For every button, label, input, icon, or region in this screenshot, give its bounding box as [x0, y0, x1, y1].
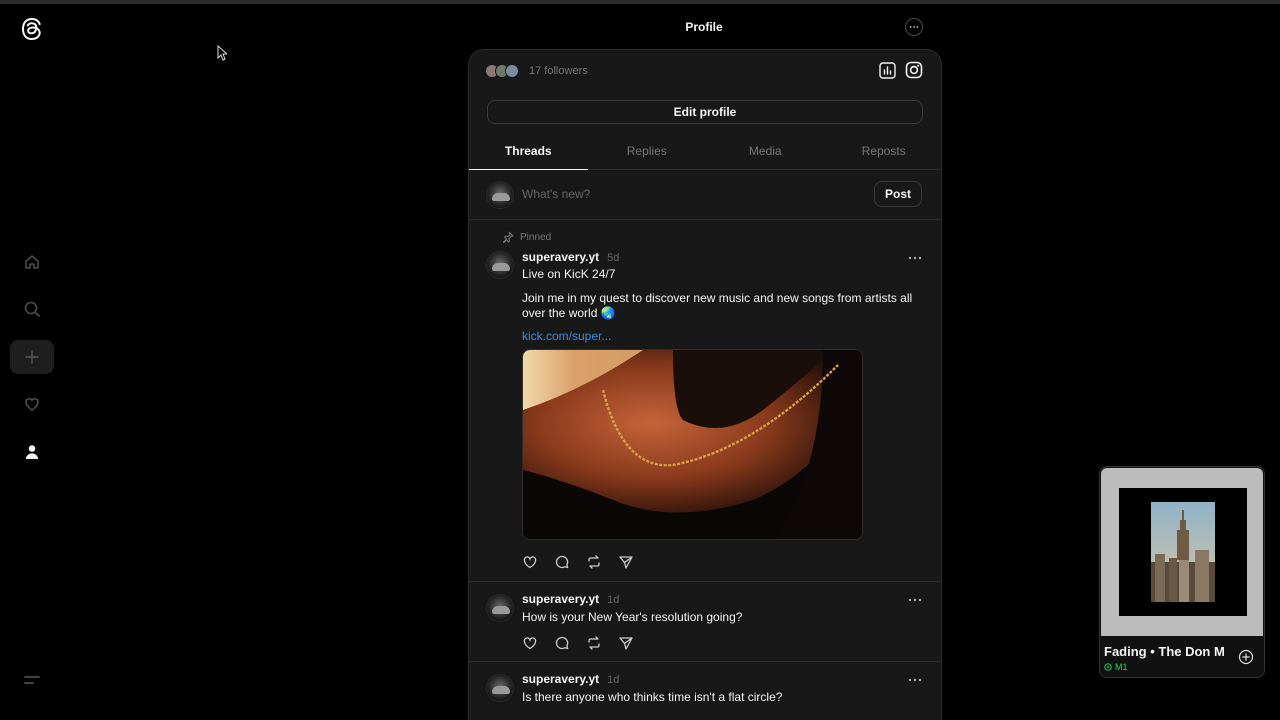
post-body: Join me in my quest to discover new musi…	[522, 291, 913, 320]
album-art-frame	[1101, 468, 1263, 636]
like-icon[interactable]	[522, 635, 538, 651]
avatar[interactable]	[486, 181, 514, 209]
avatar[interactable]	[486, 594, 514, 622]
page-title: Profile	[685, 20, 723, 34]
plus-icon	[25, 350, 39, 364]
post-link[interactable]: kick.com/super...	[522, 329, 611, 343]
menu-icon[interactable]	[22, 672, 42, 688]
thread-post: superavery.yt 1d How is your New Year's …	[469, 582, 941, 662]
nav-activity-button[interactable]	[10, 387, 54, 421]
avatar[interactable]	[486, 251, 514, 279]
home-icon	[25, 255, 39, 269]
like-icon[interactable]	[522, 554, 538, 570]
thread-post: superavery.yt 1d Is there anyone who thi…	[469, 662, 941, 720]
post-actions	[522, 635, 634, 651]
mouse-cursor-icon	[217, 44, 229, 61]
person-icon	[25, 445, 39, 459]
more-icon[interactable]	[907, 595, 923, 605]
more-icon[interactable]	[907, 675, 923, 685]
post-time[interactable]: 1d	[607, 594, 619, 606]
more-icon[interactable]	[907, 253, 923, 263]
followers-count[interactable]: 17 followers	[529, 65, 588, 77]
post-header: superavery.yt 5d	[522, 250, 619, 264]
add-circle-icon[interactable]	[1238, 649, 1254, 665]
pin-icon	[503, 231, 514, 243]
nav-create-button[interactable]	[10, 340, 54, 374]
left-nav-rail	[0, 0, 64, 720]
post-time[interactable]: 5d	[607, 252, 619, 264]
post-header: superavery.yt 1d	[522, 592, 619, 606]
playing-device[interactable]: M1	[1104, 662, 1128, 672]
device-name: M1	[1115, 662, 1128, 672]
post-username[interactable]: superavery.yt	[522, 592, 599, 606]
post-title: Live on KicK 24/7	[522, 267, 616, 281]
profile-tabs: Threads Replies Media Reposts	[469, 138, 942, 170]
album-art	[1119, 488, 1247, 616]
repost-icon[interactable]	[586, 554, 602, 570]
edit-profile-button[interactable]: Edit profile	[487, 100, 923, 124]
track-title[interactable]: Fading • The Don Mas	[1104, 644, 1224, 659]
followers-link[interactable]: 17 followers	[485, 62, 588, 80]
new-thread-composer: What's new? Post	[469, 170, 941, 220]
comment-icon[interactable]	[554, 635, 570, 651]
repost-icon[interactable]	[586, 635, 602, 651]
tab-media[interactable]: Media	[706, 138, 825, 169]
profile-panel: 17 followers Edit profile Threads Replie…	[468, 49, 942, 720]
tab-replies[interactable]: Replies	[588, 138, 707, 169]
avatar[interactable]	[486, 674, 514, 702]
more-options-button[interactable]	[905, 18, 923, 36]
share-icon[interactable]	[618, 554, 634, 570]
pinned-indicator: Pinned	[502, 231, 551, 243]
nav-profile-button[interactable]	[10, 435, 54, 469]
search-icon	[24, 301, 40, 317]
more-icon	[909, 26, 919, 28]
whats-new-input[interactable]: What's new?	[522, 187, 590, 201]
post-body: How is your New Year's resolution going?	[522, 610, 743, 624]
thread-post: Pinned superavery.yt 5d Live on KicK 24/…	[469, 221, 941, 582]
share-icon[interactable]	[618, 635, 634, 651]
nav-home-button[interactable]	[10, 245, 54, 279]
device-icon	[1104, 663, 1112, 671]
mini-player[interactable]: Fading • The Don Mas M1	[1099, 466, 1265, 678]
post-button[interactable]: Post	[874, 181, 922, 207]
insights-icon[interactable]	[879, 62, 896, 79]
nav-search-button[interactable]	[10, 292, 54, 326]
avatar	[505, 64, 519, 78]
post-username[interactable]: superavery.yt	[522, 250, 599, 264]
post-username[interactable]: superavery.yt	[522, 672, 599, 686]
window-top-edge	[0, 0, 1280, 4]
follower-avatars	[485, 64, 519, 78]
post-time[interactable]: 1d	[607, 674, 619, 686]
tab-threads[interactable]: Threads	[469, 138, 588, 170]
comment-icon[interactable]	[554, 554, 570, 570]
post-header: superavery.yt 1d	[522, 672, 619, 686]
album-art-photo	[1151, 502, 1215, 602]
heart-icon	[25, 398, 39, 411]
post-body: Is there anyone who thinks time isn't a …	[522, 690, 783, 704]
post-actions	[522, 554, 634, 570]
pinned-label: Pinned	[520, 231, 552, 243]
post-image[interactable]	[522, 349, 863, 540]
tab-reposts[interactable]: Reposts	[825, 138, 942, 169]
threads-logo-icon[interactable]	[19, 16, 45, 42]
instagram-icon[interactable]	[905, 61, 923, 79]
